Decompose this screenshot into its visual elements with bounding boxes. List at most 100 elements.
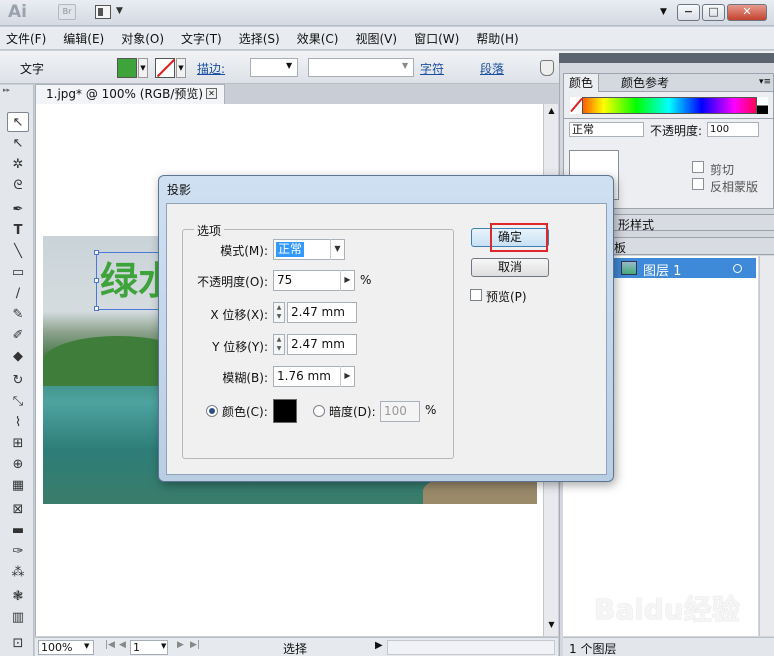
document-tab[interactable]: 1.jpg* @ 100% (RGB/预览) <box>35 84 225 104</box>
stroke-dropdown-icon[interactable]: ▼ <box>176 58 186 78</box>
menu-select[interactable]: 选择(S) <box>239 30 280 47</box>
status-menu-icon[interactable]: ▶ <box>375 640 383 651</box>
clip-checkbox[interactable] <box>692 161 704 173</box>
next-artboard-icon[interactable]: ▶ <box>177 640 184 650</box>
chevron-down-icon[interactable]: ▼ <box>116 6 123 16</box>
darkness-field[interactable]: 100 <box>380 401 420 422</box>
collapse-grip-icon[interactable]: ▸▸ <box>0 85 34 95</box>
flyout-arrow-icon[interactable]: ▶ <box>340 270 354 291</box>
arrange-documents-icon[interactable] <box>95 5 111 19</box>
x-offset-field[interactable]: 2.47 mm <box>287 302 357 323</box>
chevron-down-icon[interactable]: ▼ <box>402 61 408 70</box>
chevron-down-icon[interactable]: ▼ <box>161 642 166 650</box>
close-button[interactable]: ✕ <box>727 4 767 21</box>
eraser-tool-icon[interactable]: ◆ <box>7 347 29 367</box>
pencil-tool-icon[interactable]: ✎ <box>7 305 29 325</box>
chevron-down-icon[interactable]: ▼ <box>286 61 292 70</box>
selection-tool-icon[interactable]: ↖ <box>7 112 29 132</box>
selection-handle[interactable] <box>94 250 99 255</box>
menu-view[interactable]: 视图(V) <box>355 30 397 47</box>
blur-field[interactable]: 1.76 mm ▶ <box>273 366 355 387</box>
minimize-button[interactable]: − <box>677 4 700 21</box>
blob-brush-tool-icon[interactable]: ✐ <box>7 326 29 346</box>
font-family-field[interactable] <box>308 58 414 77</box>
eyedropper-tool-icon[interactable]: ✑ <box>7 542 29 562</box>
shadow-color-swatch[interactable] <box>273 399 297 423</box>
scroll-down-icon[interactable]: ▼ <box>544 620 559 629</box>
workspace-dropdown-icon[interactable]: ▼ <box>660 7 667 17</box>
selection-bounding-box[interactable] <box>94 250 166 311</box>
document-setup-icon[interactable] <box>540 60 554 76</box>
symbol-sprayer-tool-icon[interactable]: ❃ <box>7 587 29 607</box>
fill-color-swatch[interactable] <box>117 58 137 78</box>
darkness-radio[interactable] <box>313 405 325 417</box>
pen-tool-icon[interactable]: ✒ <box>7 200 29 220</box>
direct-selection-tool-icon[interactable]: ↖ <box>7 134 29 154</box>
color-radio[interactable] <box>206 405 218 417</box>
fill-dropdown-icon[interactable]: ▼ <box>138 58 148 78</box>
lasso-tool-icon[interactable]: ᘓ <box>7 176 29 196</box>
paintbrush-tool-icon[interactable]: ∕ <box>7 284 29 304</box>
opacity-field[interactable]: 75 ▶ <box>273 270 355 291</box>
panel-menu-icon[interactable]: ▾≡ <box>759 77 771 87</box>
scale-tool-icon[interactable]: ⤡ <box>7 392 29 412</box>
magic-wand-tool-icon[interactable]: ✲ <box>7 155 29 175</box>
layers-scrollbar[interactable] <box>759 256 774 636</box>
mode-select[interactable]: 正常 ▼ <box>273 239 345 260</box>
menu-help[interactable]: 帮助(H) <box>476 30 518 47</box>
stroke-color-swatch[interactable] <box>155 58 175 78</box>
paragraph-link[interactable]: 段落 <box>480 60 504 77</box>
tab-color[interactable]: 颜色 <box>564 74 600 92</box>
warp-tool-icon[interactable]: ⌇ <box>7 413 29 433</box>
line-tool-icon[interactable]: ╲ <box>7 242 29 262</box>
tab-layers[interactable]: 板 <box>614 239 626 256</box>
blend-tool-icon[interactable]: ⁂ <box>7 563 29 583</box>
bridge-button[interactable]: Br <box>58 4 76 20</box>
selection-handle[interactable] <box>94 278 99 283</box>
gradient-tool-icon[interactable]: ▬ <box>7 521 29 541</box>
tab-color-guide[interactable]: 颜色参考 <box>616 74 674 92</box>
color-spectrum[interactable] <box>570 97 768 114</box>
mesh-tool-icon[interactable]: ⊠ <box>7 500 29 520</box>
menu-file[interactable]: 文件(F) <box>6 30 46 47</box>
y-offset-spinner-icon[interactable]: ▲ ▼ <box>273 334 285 355</box>
close-tab-icon[interactable]: ✕ <box>206 88 217 99</box>
layer-target-icon[interactable] <box>733 264 742 273</box>
shape-builder-tool-icon[interactable]: ⊕ <box>7 455 29 475</box>
last-artboard-icon[interactable]: ▶| <box>190 640 200 650</box>
first-artboard-icon[interactable]: |◀ <box>105 640 115 650</box>
black-white-swatch[interactable] <box>756 97 768 114</box>
invert-mask-checkbox[interactable] <box>692 178 704 190</box>
free-transform-tool-icon[interactable]: ⊞ <box>7 434 29 454</box>
stroke-link[interactable]: 描边: <box>197 60 225 77</box>
menu-window[interactable]: 窗口(W) <box>414 30 459 47</box>
layer-name[interactable]: 图层 1 <box>643 260 681 279</box>
artboard-tool-icon[interactable]: ⊡ <box>7 634 29 654</box>
y-offset-field[interactable]: 2.47 mm <box>287 334 357 355</box>
previous-artboard-icon[interactable]: ◀ <box>119 640 126 650</box>
rotate-tool-icon[interactable]: ↻ <box>7 371 29 391</box>
preview-checkbox[interactable] <box>470 289 482 301</box>
opacity-field[interactable]: 100 <box>707 122 759 137</box>
chevron-down-icon[interactable]: ▼ <box>84 642 89 650</box>
none-swatch[interactable] <box>570 97 583 114</box>
panel-collapse-bar[interactable] <box>559 53 774 63</box>
column-graph-tool-icon[interactable]: ▥ <box>7 608 29 628</box>
flyout-arrow-icon[interactable]: ▶ <box>340 366 354 387</box>
blend-mode-select[interactable]: 正常 <box>569 122 644 137</box>
menu-object[interactable]: 对象(O) <box>121 30 164 47</box>
menu-type[interactable]: 文字(T) <box>181 30 222 47</box>
character-link[interactable]: 字符 <box>420 60 444 77</box>
scroll-up-icon[interactable]: ▲ <box>544 106 559 115</box>
menu-effect[interactable]: 效果(C) <box>297 30 339 47</box>
perspective-grid-tool-icon[interactable]: ▦ <box>7 476 29 496</box>
selection-handle[interactable] <box>94 306 99 311</box>
type-tool-icon[interactable]: T <box>7 221 29 241</box>
maximize-button[interactable]: □ <box>702 4 725 21</box>
x-offset-spinner-icon[interactable]: ▲ ▼ <box>273 302 285 323</box>
menu-edit[interactable]: 编辑(E) <box>63 30 104 47</box>
rectangle-tool-icon[interactable]: ▭ <box>7 263 29 283</box>
chevron-down-icon[interactable]: ▼ <box>330 239 344 260</box>
cancel-button[interactable]: 取消 <box>471 258 549 277</box>
canvas-horizontal-scrollbar[interactable] <box>387 640 555 655</box>
